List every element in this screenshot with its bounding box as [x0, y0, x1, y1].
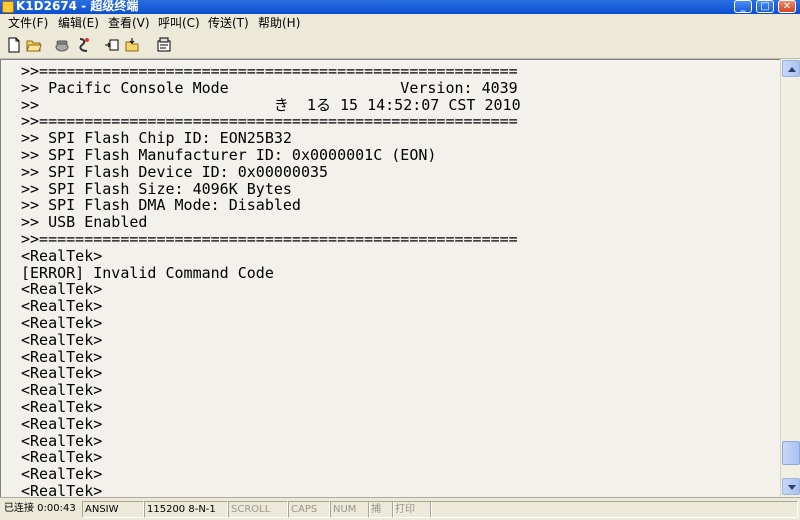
terminal-output[interactable]: >>======================================… — [0, 59, 780, 497]
caps-lock-indicator: CAPS — [288, 501, 330, 518]
terminal-line: <RealTek> — [21, 448, 103, 467]
print-echo-indicator: 打印 — [392, 501, 432, 518]
terminal-line: <RealTek> — [21, 297, 103, 316]
terminal-line: <RealTek> — [21, 313, 103, 332]
scroll-up-button[interactable] — [782, 60, 800, 77]
menu-help[interactable]: 帮助(H) — [258, 16, 300, 30]
receive-icon[interactable] — [124, 37, 140, 53]
connection-status: 已连接 0:00:43 — [4, 503, 76, 514]
terminal-line: <RealTek> — [21, 481, 103, 497]
scroll-lock-indicator: SCROLL — [228, 501, 288, 518]
menu-file[interactable]: 文件(F) — [8, 16, 48, 30]
hyperterminal-app-icon[interactable] — [2, 1, 14, 13]
phone-icon[interactable] — [54, 37, 70, 53]
terminal-line: >> USB Enabled — [21, 213, 148, 232]
terminal-line: <RealTek> — [21, 381, 103, 400]
vertical-scrollbar[interactable] — [780, 59, 800, 497]
port-settings-status: 115200 8-N-1 — [144, 501, 228, 518]
menu-call[interactable]: 呼叫(C) — [158, 16, 200, 30]
status-bar-spacer — [430, 501, 798, 518]
terminal-line: <RealTek> — [21, 364, 103, 383]
terminal-text: >>======================================… — [1, 60, 780, 497]
terminal-line: >> SPI Flash DMA Mode: Disabled — [21, 196, 301, 215]
capture-indicator: 捕 — [368, 501, 394, 518]
properties-icon[interactable] — [156, 37, 172, 53]
terminal-line: <RealTek> — [21, 280, 103, 299]
terminal-line: >>======================================… — [21, 62, 518, 80]
terminal-line: >> き 1る 15 14:52:07 CST 2010 — [21, 95, 521, 114]
send-icon[interactable] — [104, 37, 120, 53]
menu-bar: 文件(F) 编辑(E) 查看(V) 呼叫(C) 传送(T) 帮助(H) — [0, 14, 800, 32]
terminal-line: <RealTek> — [21, 431, 103, 450]
terminal-line: <RealTek> — [21, 397, 103, 416]
terminal-line: [ERROR] Invalid Command Code — [21, 263, 274, 282]
status-bar: 已连接 0:00:43 ANSIW 115200 8-N-1 SCROLL CA… — [0, 497, 800, 520]
terminal-line: >> SPI Flash Device ID: 0x00000035 — [21, 162, 329, 181]
disconnect-icon[interactable] — [76, 37, 92, 53]
new-document-icon[interactable] — [6, 37, 22, 53]
terminal-line: >> SPI Flash Manufacturer ID: 0x0000001C… — [21, 145, 437, 164]
terminal-line: >> Pacific Console Mode Version: 4039 — [21, 78, 518, 97]
terminal-line: <RealTek> — [21, 414, 103, 433]
scroll-down-button[interactable] — [782, 478, 800, 495]
close-button[interactable]: ✕ — [778, 0, 796, 13]
menu-view[interactable]: 查看(V) — [108, 16, 150, 30]
terminal-line: >> SPI Flash Size: 4096K Bytes — [21, 179, 292, 198]
open-folder-icon[interactable] — [26, 37, 42, 53]
terminal-line: <RealTek> — [21, 347, 103, 366]
window-title: K1D2674 - 超级终端 — [16, 0, 139, 13]
menu-transfer[interactable]: 传送(T) — [208, 16, 249, 30]
chevron-down-icon — [788, 485, 796, 490]
emulation-status: ANSIW — [82, 501, 144, 518]
terminal-line: >> SPI Flash Chip ID: EON25B32 — [21, 129, 292, 148]
terminal-line: >>======================================… — [21, 112, 518, 131]
terminal-line: <RealTek> — [21, 246, 103, 265]
title-bar[interactable]: K1D2674 - 超级终端 _ □ ✕ — [0, 0, 800, 14]
chevron-up-icon — [788, 67, 796, 72]
menu-edit[interactable]: 编辑(E) — [58, 16, 99, 30]
num-lock-indicator: NUM — [330, 501, 370, 518]
terminal-line: <RealTek> — [21, 465, 103, 484]
terminal-line: <RealTek> — [21, 330, 103, 349]
terminal-line: >>======================================… — [21, 229, 518, 248]
minimize-button[interactable]: _ — [734, 0, 752, 13]
maximize-button[interactable]: □ — [756, 0, 774, 13]
toolbar — [0, 32, 800, 59]
scroll-thumb[interactable] — [782, 441, 800, 465]
